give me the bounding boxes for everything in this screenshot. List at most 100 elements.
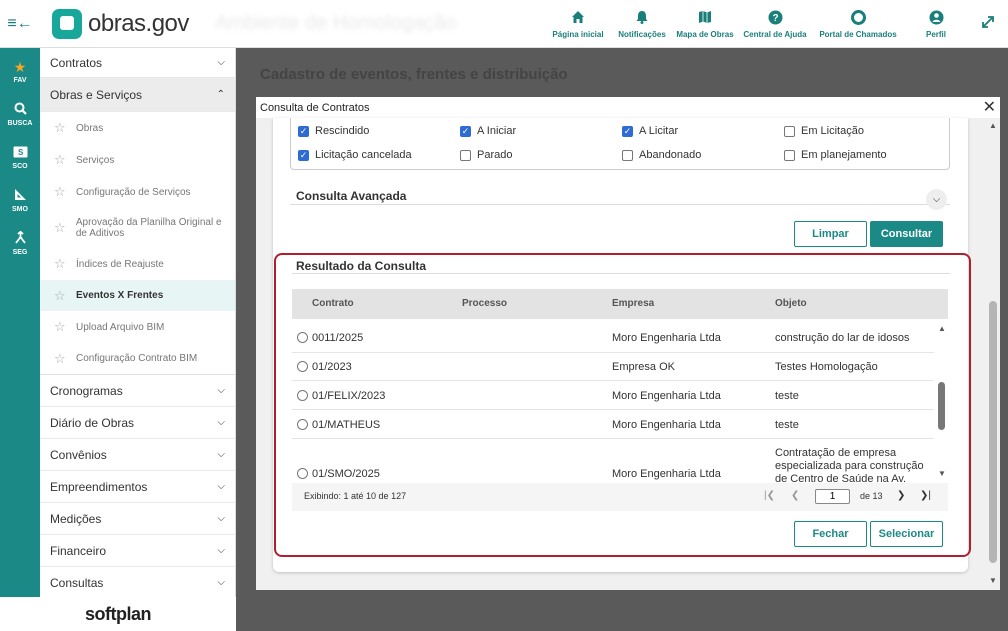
rail-seg-label: SEG [12,249,28,256]
checkbox-label: Em planejamento [801,149,887,161]
scroll-up-icon[interactable]: ▲ [989,121,997,130]
scroll-thumb[interactable] [989,301,997,563]
sidebar-group-convenios[interactable]: Convênios ⌵ [40,439,235,471]
sidebar-item-label: Configuração de Serviços [76,186,191,198]
rail-sco[interactable]: S SCO [0,136,40,179]
column-header-empresa[interactable]: Empresa [612,298,654,309]
sidebar-item-obras[interactable]: ☆ Obras [40,112,235,144]
page-number-input[interactable] [815,489,850,504]
row-radio[interactable] [297,332,308,343]
sidebar-group-diario[interactable]: Diário de Obras ⌵ [40,407,235,439]
rail-search[interactable]: BUSCA [0,93,40,136]
sidebar-item-servicos[interactable]: ☆ Serviços [40,144,235,176]
row-radio[interactable] [297,390,308,401]
pagination-bar: Exibindo: 1 até 10 de 127 |❮ ❮ de 13 ❯ ❯… [292,483,948,511]
cell-contrato: 01/MATHEUS [312,419,381,431]
rail-smo[interactable]: SMO [0,179,40,222]
checkbox-rescindido[interactable]: ✓ Rescindido [298,125,369,137]
logo-text: obras.gov [88,9,189,37]
rail-search-label: BUSCA [7,120,33,127]
next-page-icon[interactable]: ❯ [897,490,905,501]
expand-button[interactable] [968,0,1008,48]
logo[interactable]: obras.gov [52,8,189,39]
menu-collapse-icon[interactable]: ≡← [0,0,40,48]
sidebar-group-contratos[interactable]: Contratos ⌵ [40,48,235,78]
table-row[interactable]: 0011/2025 Moro Engenharia Ltda construçã… [292,324,934,353]
sidebar-group-empreendimentos[interactable]: Empreendimentos ⌵ [40,471,235,503]
checkbox-licitacao-cancelada[interactable]: ✓ Licitação cancelada [298,149,412,161]
scroll-down-icon[interactable]: ▼ [938,469,946,478]
cell-empresa: Moro Engenharia Ltda [612,390,721,402]
merge-icon [14,230,27,246]
table-row[interactable]: 01/2023 Empresa OK Testes Homologação [292,353,934,381]
checkbox-em-licitacao[interactable]: Em Licitação [784,125,864,137]
sidebar-group-medicoes[interactable]: Medições ⌵ [40,503,235,535]
sidebar-group-financeiro[interactable]: Financeiro ⌵ [40,535,235,567]
sidebar-item-eventos-frentes[interactable]: ☆ Eventos X Frentes [40,280,235,311]
advanced-search-title[interactable]: Consulta Avançada [296,189,406,203]
search-button[interactable]: Consultar [870,221,943,247]
table-row[interactable]: 01/MATHEUS Moro Engenharia Ltda teste [292,410,934,439]
cell-contrato: 01/SMO/2025 [312,468,380,480]
table-row[interactable]: 01/FELIX/2023 Moro Engenharia Ltda teste [292,381,934,410]
chevron-up-icon: ⌃ [216,89,225,100]
nav-tickets[interactable]: Portal de Chamados [812,0,904,48]
column-header-processo[interactable]: Processo [462,298,507,309]
first-page-icon[interactable]: |❮ [764,490,775,501]
checkbox-label: Abandonado [639,149,702,161]
nav-home[interactable]: Página inicial [544,0,612,48]
modal-scrollbar[interactable]: ▲ ▼ [986,118,1000,590]
rail-smo-label: SMO [12,206,28,213]
nav-help[interactable]: ? Central de Ajuda [738,0,812,48]
sidebar-group-label: Contratos [50,55,103,70]
rail-seg[interactable]: SEG [0,222,40,265]
close-icon[interactable]: ✕ [983,99,996,116]
row-radio[interactable] [297,419,308,430]
sidebar-item-upload-bim[interactable]: ☆ Upload Arquivo BIM [40,311,235,343]
prev-page-icon[interactable]: ❮ [791,490,799,501]
row-radio[interactable] [297,361,308,372]
sidebar-item-aprovacao-planilha[interactable]: ☆ Aprovação da Planilha Original e de Ad… [40,208,235,248]
scroll-up-icon[interactable]: ▲ [938,324,946,333]
scroll-thumb[interactable] [938,382,945,430]
help-icon: ? [767,9,783,25]
nav-map[interactable]: Mapa de Obras [672,0,738,48]
clear-button[interactable]: Limpar [794,221,867,247]
row-radio[interactable] [297,468,308,479]
scroll-down-icon[interactable]: ▼ [989,576,997,585]
last-page-icon[interactable]: ❯| [920,490,931,501]
sidebar-group-consultas[interactable]: Consultas ⌵ [40,567,235,597]
checkbox-a-iniciar[interactable]: ✓ A Iniciar [460,125,516,137]
cell-empresa: Moro Engenharia Ltda [612,332,721,344]
rail-fav[interactable]: ★ FAV [0,50,40,93]
svg-text:?: ? [772,13,778,24]
column-header-contrato[interactable]: Contrato [312,298,354,309]
nav-tickets-label: Portal de Chamados [819,30,897,39]
nav-profile[interactable]: Perfil [904,0,968,48]
sidebar-item-indices-reajuste[interactable]: ☆ Índices de Reajuste [40,248,235,280]
nav-notifications[interactable]: Notificações [612,0,672,48]
star-outline-icon: ☆ [54,256,66,271]
checkbox-a-licitar[interactable]: ✓ A Licitar [622,125,678,137]
star-outline-icon: ☆ [54,319,66,334]
sidebar-item-configuracao-bim[interactable]: ☆ Configuração Contrato BIM [40,343,235,375]
checkbox-em-planejamento[interactable]: Em planejamento [784,149,887,161]
left-rail: ★ FAV BUSCA S SCO SMO SEG [0,48,40,597]
cell-empresa: Empresa OK [612,361,675,373]
column-header-objeto[interactable]: Objeto [775,298,807,309]
sidebar-group-obras-servicos[interactable]: Obras e Serviços ⌃ [40,78,235,112]
chevron-down-icon: ⌵ [217,57,225,68]
close-button[interactable]: Fechar [794,521,867,547]
sidebar-group-cronogramas[interactable]: Cronogramas ⌵ [40,375,235,407]
chevron-down-icon[interactable]: ⌵ [926,189,947,210]
checkbox-label: A Licitar [639,125,679,137]
expand-icon [980,14,996,30]
sidebar-item-configuracao-servicos[interactable]: ☆ Configuração de Serviços [40,176,235,208]
chevron-down-icon: ⌵ [217,417,225,428]
select-button[interactable]: Selecionar [870,521,943,547]
table-scrollbar[interactable]: ▲ ▼ [936,324,948,482]
table-row[interactable]: 01/SMO/2025 Moro Engenharia Ltda Contrat… [292,439,934,482]
checkbox-abandonado[interactable]: Abandonado [622,149,701,161]
checkbox-parado[interactable]: Parado [460,149,512,161]
results-title: Resultado da Consulta [296,259,427,273]
